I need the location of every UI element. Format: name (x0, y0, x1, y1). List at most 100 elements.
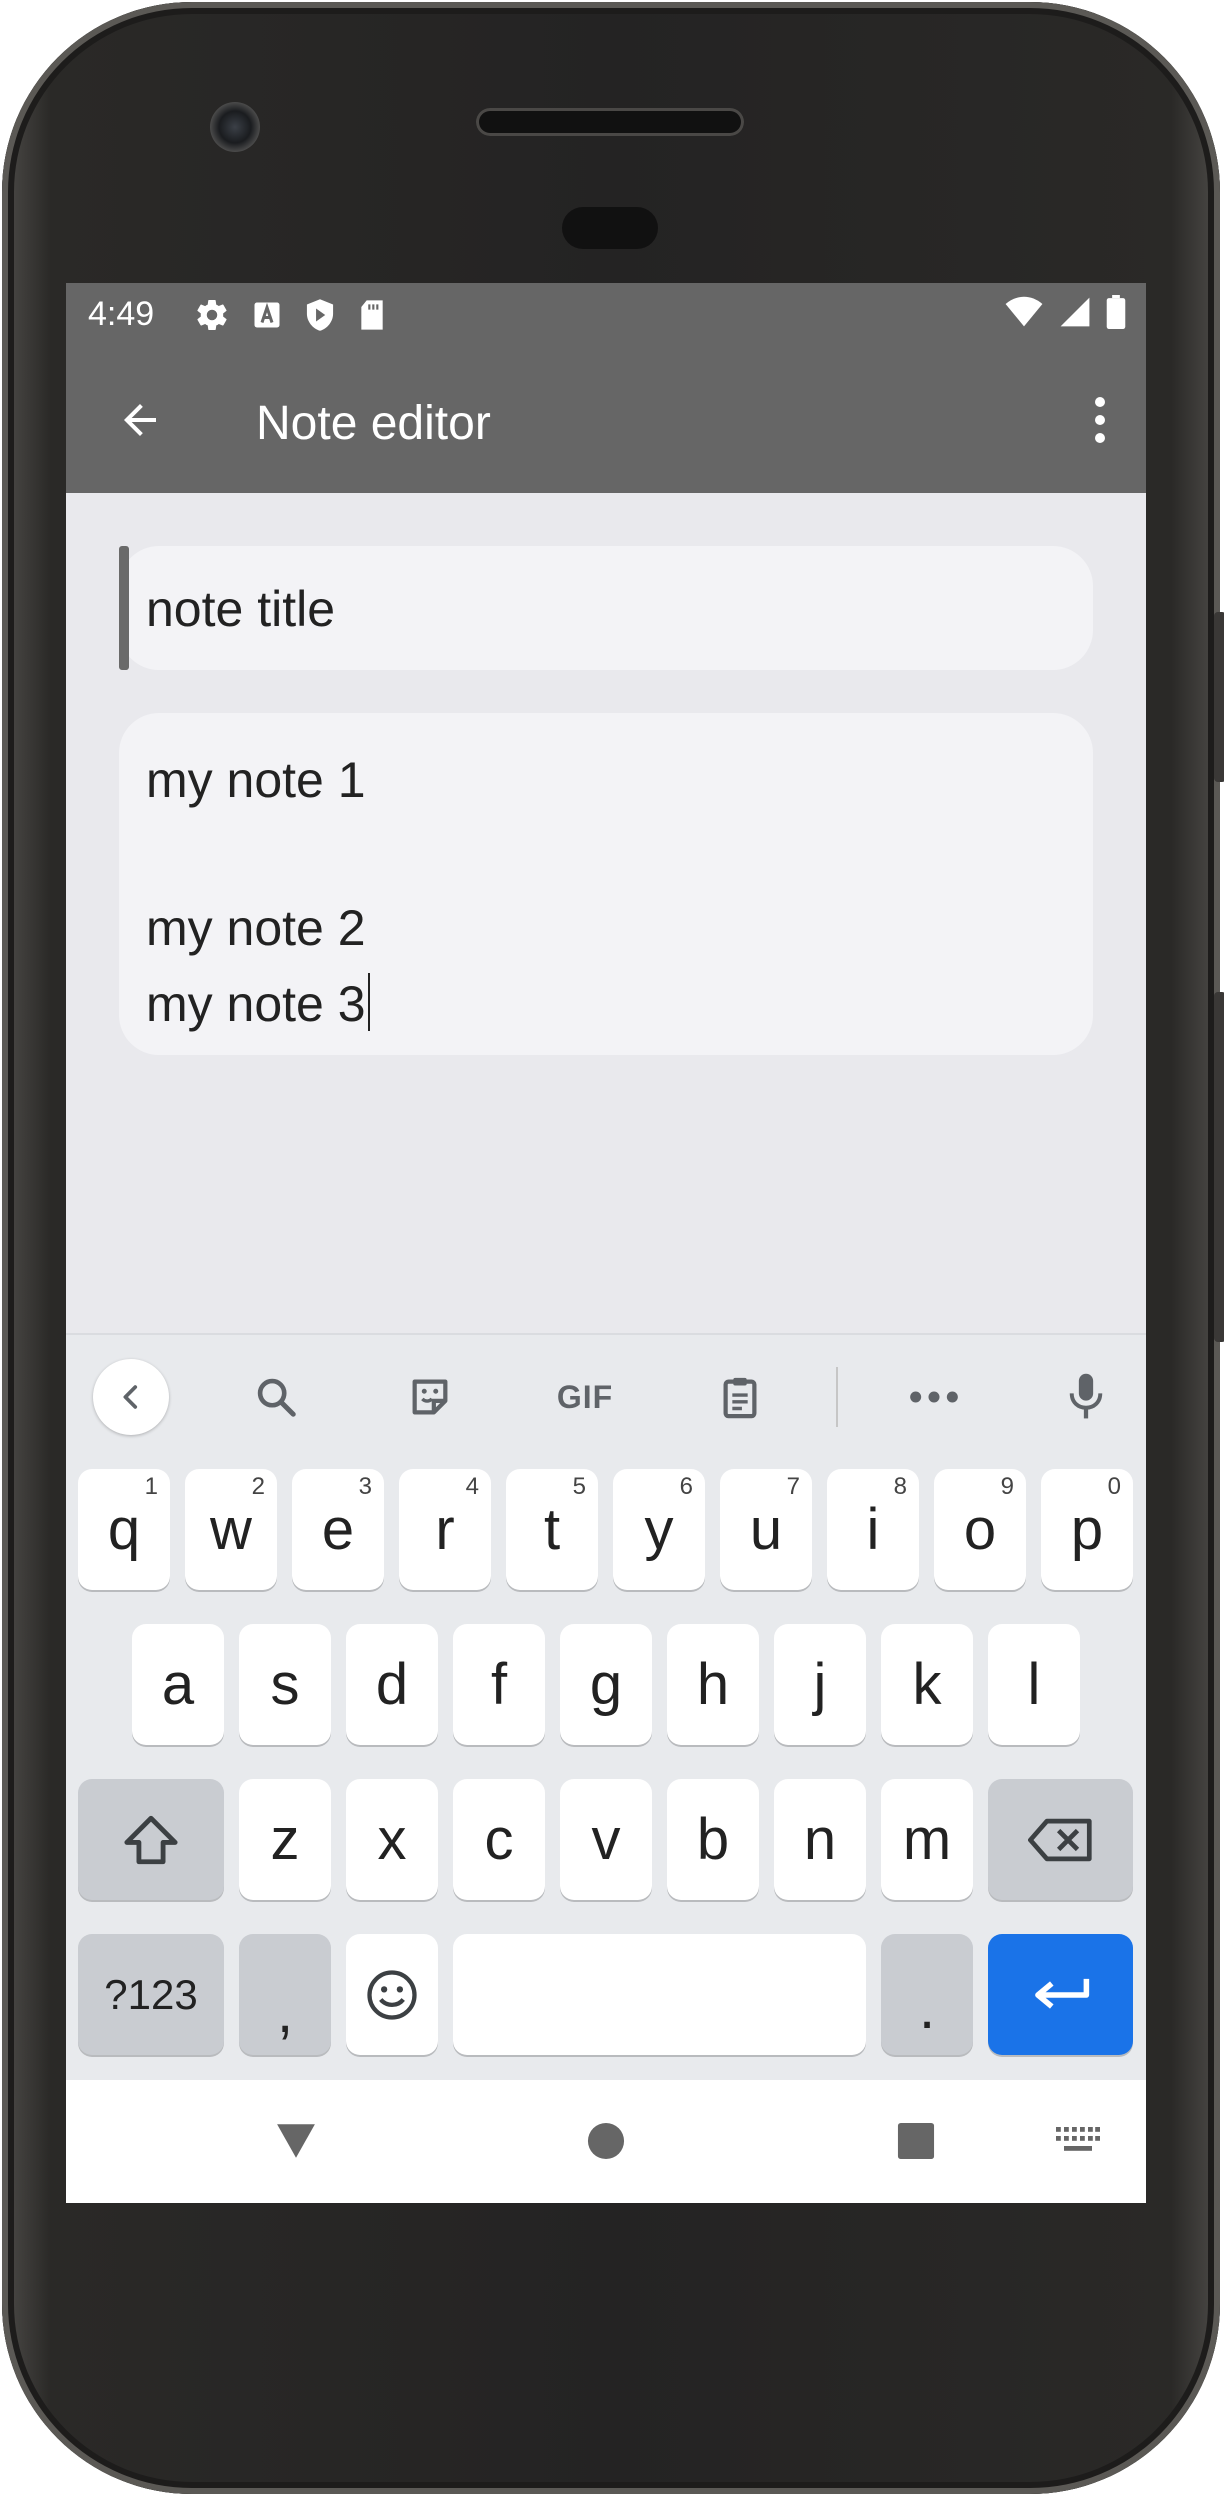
emoji-key[interactable] (346, 1934, 438, 2055)
signal-icon (1058, 296, 1092, 333)
status-time: 4:49 (88, 295, 155, 333)
key-label: k (912, 1651, 942, 1717)
key-w[interactable]: w2 (185, 1469, 277, 1590)
home-circle-icon[interactable] (576, 2116, 636, 2166)
key-label: f (490, 1651, 508, 1717)
proximity-sensor (562, 207, 658, 249)
key-label: d (375, 1651, 409, 1717)
key-label: s (270, 1651, 300, 1717)
key-hint: 6 (679, 1473, 693, 1500)
key-j[interactable]: j (774, 1624, 866, 1745)
key-n[interactable]: n (774, 1779, 866, 1900)
key-hint: 2 (251, 1473, 265, 1500)
key-hint: 9 (1000, 1473, 1014, 1500)
key-label: t (543, 1496, 561, 1562)
space-key[interactable] (453, 1934, 866, 2055)
key-p[interactable]: p0 (1041, 1469, 1133, 1590)
enter-icon (1034, 1978, 1089, 2009)
note-body-last-line: my note 3 (146, 973, 370, 1033)
key-label: p (1070, 1496, 1104, 1562)
key-label: w (210, 1496, 252, 1562)
key-h[interactable]: h (667, 1624, 759, 1745)
key-label: j (813, 1651, 827, 1717)
wifi-icon (1004, 296, 1044, 333)
period-key[interactable]: . (881, 1934, 973, 2055)
key-s[interactable]: s (239, 1624, 331, 1745)
key-m[interactable]: m (881, 1779, 973, 1900)
key-q[interactable]: q1 (78, 1469, 170, 1590)
key-a[interactable]: a (132, 1624, 224, 1745)
key-o[interactable]: o9 (934, 1469, 1026, 1590)
key-i[interactable]: i8 (827, 1469, 919, 1590)
comma-key[interactable]: , (239, 1934, 331, 2055)
backspace-key[interactable] (988, 1779, 1133, 1900)
key-label: , (276, 1979, 294, 2045)
sd-card-icon (358, 299, 386, 331)
key-e[interactable]: e3 (292, 1469, 384, 1590)
key-label: g (589, 1651, 623, 1717)
more-vert-icon[interactable] (1090, 392, 1110, 448)
key-x[interactable]: x (346, 1779, 438, 1900)
key-hint: 3 (358, 1473, 372, 1500)
key-label: z (270, 1806, 300, 1872)
key-hint: 7 (786, 1473, 800, 1500)
back-triangle-icon[interactable] (266, 2116, 326, 2166)
key-l[interactable]: l (988, 1624, 1080, 1745)
power-button (1214, 612, 1224, 782)
navigation-bar (66, 2080, 1146, 2203)
key-y[interactable]: y6 (613, 1469, 705, 1590)
key-r[interactable]: r4 (399, 1469, 491, 1590)
key-label: a (161, 1651, 195, 1717)
key-label: e (321, 1496, 355, 1562)
key-b[interactable]: b (667, 1779, 759, 1900)
key-label: h (696, 1651, 730, 1717)
text-cursor (367, 973, 370, 1031)
key-hint: 4 (465, 1473, 479, 1500)
battery-icon (1106, 295, 1126, 334)
key-f[interactable]: f (453, 1624, 545, 1745)
key-z[interactable]: z (239, 1779, 331, 1900)
key-label: n (803, 1806, 837, 1872)
front-camera (210, 102, 260, 152)
note-title-input[interactable]: note title (119, 546, 1093, 670)
gif-label: GIF (556, 1378, 614, 1415)
arrow-back-icon[interactable] (112, 392, 168, 448)
key-label: x (377, 1806, 407, 1872)
earpiece-speaker (476, 108, 744, 136)
chevron-left-icon[interactable] (93, 1359, 169, 1435)
key-u[interactable]: u7 (720, 1469, 812, 1590)
symbols-key[interactable]: ?123 (78, 1934, 224, 2055)
key-v[interactable]: v (560, 1779, 652, 1900)
key-hint: 0 (1107, 1473, 1121, 1500)
shift-key[interactable] (78, 1779, 224, 1900)
mic-icon[interactable] (1048, 1359, 1124, 1435)
key-label: i (866, 1496, 880, 1562)
recents-square-icon[interactable] (886, 2116, 946, 2166)
key-label: c (484, 1806, 514, 1872)
page-title: Note editor (256, 397, 491, 450)
note-body-line: my note 1 (146, 752, 366, 808)
keyboard-switch-icon[interactable] (1048, 2116, 1108, 2166)
gif-button[interactable]: GIF (547, 1359, 623, 1435)
key-d[interactable]: d (346, 1624, 438, 1745)
status-bar: 4:49 (66, 283, 1146, 346)
focus-indicator (119, 546, 129, 670)
key-label: l (1027, 1651, 1041, 1717)
note-body-input[interactable]: my note 1 my note 2 my note 3 (119, 713, 1093, 1055)
key-label: . (918, 1975, 936, 2041)
sticker-icon[interactable] (392, 1359, 468, 1435)
search-icon[interactable] (238, 1359, 314, 1435)
soft-keyboard: GIF q1 w2 e3 r4 t5 y6 u7 i8 o9 p0 a s d … (66, 1333, 1146, 2082)
key-k[interactable]: k (881, 1624, 973, 1745)
key-t[interactable]: t5 (506, 1469, 598, 1590)
clipboard-icon[interactable] (702, 1359, 778, 1435)
key-label: v (591, 1806, 621, 1872)
device-screen: 4:49 Note editor note title my note 1 my… (66, 283, 1146, 2203)
enter-key[interactable] (988, 1934, 1133, 2055)
key-label: ?123 (104, 1970, 198, 2018)
key-label: m (902, 1806, 952, 1872)
key-c[interactable]: c (453, 1779, 545, 1900)
more-horiz-icon[interactable] (896, 1359, 972, 1435)
key-label: q (107, 1496, 141, 1562)
key-g[interactable]: g (560, 1624, 652, 1745)
